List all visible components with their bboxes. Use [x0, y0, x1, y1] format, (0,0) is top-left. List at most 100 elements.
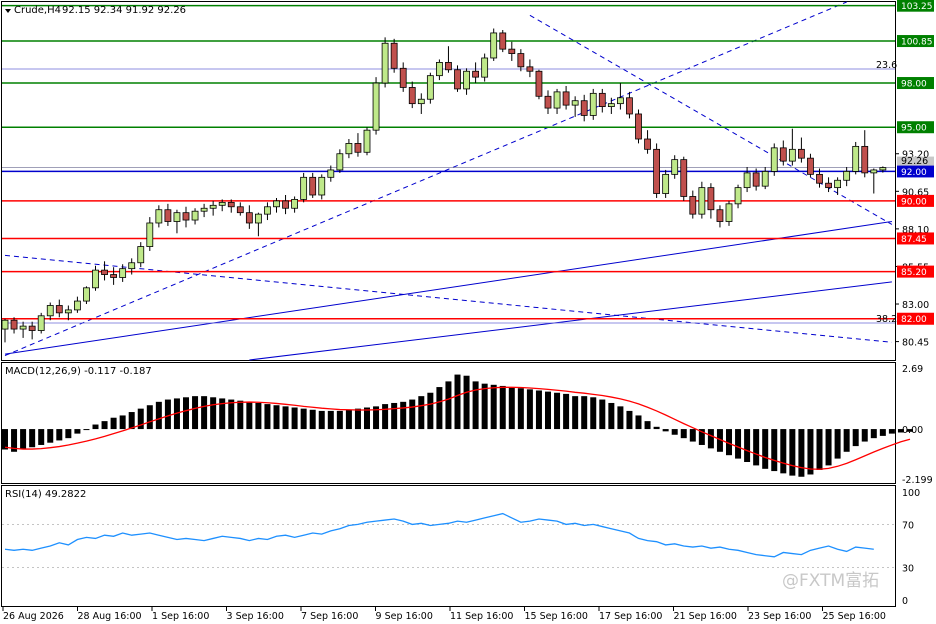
macd-histogram-bar [101, 421, 108, 430]
candle-up [191, 210, 199, 221]
candle-up [734, 187, 742, 205]
macd-histogram-bar [110, 417, 117, 430]
macd-histogram-bar [888, 429, 895, 434]
trendline-lower-rising-solid[interactable] [249, 281, 892, 361]
level-tag-text: 103.25 [901, 2, 933, 12]
candle-down [499, 32, 507, 50]
macd-histogram-bar [336, 410, 343, 430]
macd-histogram-bar [445, 381, 452, 430]
macd-histogram-bar [273, 405, 280, 430]
macd-histogram-bar [146, 405, 153, 430]
candle-up [662, 173, 670, 194]
macd-histogram-bar [753, 429, 760, 466]
time-axis-label: 15 Sep 16:00 [525, 611, 588, 622]
macd-histogram-bar [454, 374, 461, 430]
dropdown-triangle-icon[interactable] [5, 9, 11, 13]
time-axis-label: 26 Aug 2026 [3, 611, 64, 622]
candle-down [309, 176, 317, 196]
macd-axis-label: -2.199 [902, 475, 933, 486]
candle-up [698, 187, 706, 215]
macd-histogram-bar [644, 421, 651, 430]
macd-histogram-bar [92, 424, 99, 430]
candle-up [571, 100, 579, 106]
candle-down [798, 148, 805, 159]
candle-down [55, 305, 63, 314]
candle-up [300, 176, 308, 200]
level-tag-text: 90.00 [901, 197, 927, 207]
time-axis-label: 28 Aug 16:00 [78, 611, 142, 622]
macd-histogram-bar [264, 404, 271, 430]
macd-histogram-bar [210, 397, 217, 430]
level-tag-text: 85.20 [901, 268, 927, 278]
fib-label-38-2: 38.2 [876, 314, 897, 325]
trendline-upper-rising-solid[interactable] [4, 221, 892, 355]
trading-chart[interactable]: 93.2090.6588.1085.5583.0080.452.690.00-2… [0, 0, 936, 624]
fib-label-23-6: 23.6 [876, 60, 897, 71]
macd-histogram-bar [38, 429, 45, 445]
macd-histogram-bar [572, 396, 579, 430]
macd-histogram-bar [427, 392, 434, 430]
macd-histogram-bar [653, 426, 660, 430]
macd-histogram-bar [825, 429, 832, 466]
time-axis-label: 7 Sep 16:00 [301, 611, 358, 622]
macd-histogram-bar [499, 385, 506, 430]
rsi-axis-label: 30 [902, 564, 914, 575]
macd-histogram-bar [554, 392, 561, 430]
macd-histogram-bar [599, 399, 606, 430]
macd-histogram-bar [74, 429, 81, 434]
macd-histogram-bar [282, 406, 289, 430]
candle-up [218, 201, 226, 206]
candle-down [861, 145, 869, 174]
macd-histogram-bar [155, 401, 162, 430]
candle-down [10, 319, 18, 330]
macd-histogram-bar [490, 384, 497, 430]
macd-histogram-bar [345, 409, 352, 430]
macd-histogram-bar [517, 388, 524, 430]
candle-down [227, 201, 235, 208]
candle-down [390, 42, 398, 69]
macd-histogram-bar [771, 429, 778, 472]
macd-histogram-bar [780, 429, 787, 474]
candle-up [74, 300, 81, 311]
macd-histogram-bar [436, 387, 443, 430]
candle-down [282, 200, 289, 209]
macd-histogram-bar [246, 401, 253, 430]
time-axis-label: 17 Sep 16:00 [599, 611, 662, 622]
macd-histogram-bar [20, 429, 27, 450]
macd-histogram-bar [581, 396, 588, 430]
candle-up [327, 169, 335, 178]
candle-up [463, 70, 470, 90]
candle-down [598, 92, 606, 108]
candle-up [770, 147, 778, 172]
candle-up [254, 213, 262, 224]
rsi-line [4, 512, 874, 558]
level-tag-text: 100.85 [901, 38, 933, 48]
macd-histogram-bar [563, 393, 570, 430]
candle-up [92, 269, 99, 289]
macd-histogram-bar [807, 429, 814, 475]
macd-label: MACD(12,26,9) -0.117 -0.187 [5, 366, 152, 377]
candle-up [852, 145, 860, 172]
macd-histogram-bar [671, 429, 678, 435]
macd-histogram-bar [309, 409, 316, 430]
candle-down [517, 53, 525, 68]
candle-down [526, 66, 534, 72]
rsi-axis-label: 70 [902, 520, 914, 531]
candle-up [83, 287, 90, 302]
macd-histogram-bar [119, 415, 126, 430]
candle-down [562, 91, 570, 106]
candle-up [37, 315, 45, 331]
price-axis-label: 80.45 [902, 338, 929, 349]
trendline-long-falling-dashed[interactable] [4, 254, 892, 343]
macd-histogram-bar [237, 400, 244, 430]
candle-down [716, 209, 724, 222]
time-axis-label: 25 Sep 16:00 [823, 611, 886, 622]
macd-histogram-bar [707, 429, 714, 449]
macd-axis-label: 0.00 [902, 425, 923, 436]
macd-histogram-bar [852, 429, 859, 447]
macd-axis-label: 2.69 [902, 364, 923, 375]
rsi-label: RSI(14) 49.2822 [5, 489, 86, 500]
candle-up [671, 159, 679, 175]
candle-up [273, 200, 280, 208]
ohlc-values: 92.15 92.34 91.92 92.26 [62, 5, 186, 16]
